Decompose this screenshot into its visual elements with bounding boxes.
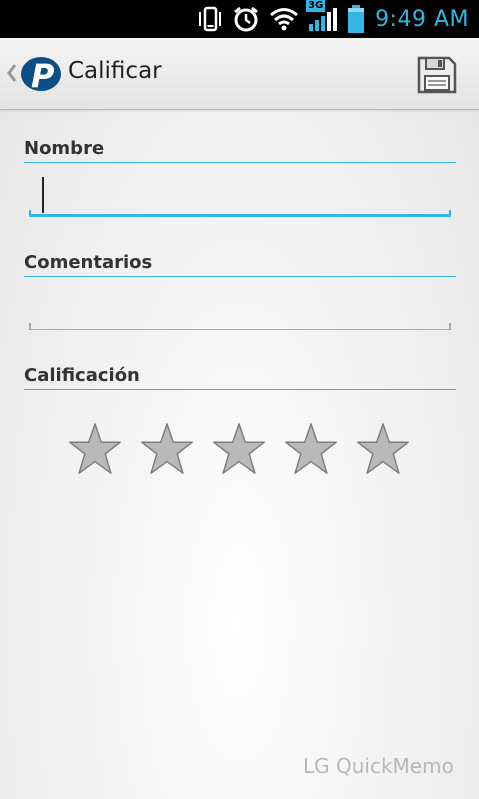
rating-star-3[interactable] <box>210 421 268 479</box>
comments-field-left-tick <box>29 323 31 330</box>
page-title: Calificar <box>68 58 162 84</box>
save-button[interactable] <box>414 52 460 98</box>
comments-input[interactable] <box>41 300 441 328</box>
rating-star-2[interactable] <box>138 421 196 479</box>
comments-label: Comentarios <box>24 252 153 273</box>
quickmemo-watermark: LG QuickMemo <box>303 754 454 778</box>
rating-label: Calificación <box>24 365 140 386</box>
name-label: Nombre <box>24 138 105 159</box>
comments-field-underline <box>29 329 451 330</box>
name-field-underline <box>29 214 451 217</box>
status-bar: 3G 9:49 AM <box>0 0 479 38</box>
comments-field-right-tick <box>449 323 451 330</box>
rating-star-5[interactable] <box>354 421 412 479</box>
app-logo-icon[interactable]: P <box>20 55 62 97</box>
battery-icon <box>347 4 365 34</box>
wifi-icon <box>269 7 299 31</box>
network-3g-signal-icon: 3G <box>306 0 338 32</box>
name-section-divider <box>24 162 456 163</box>
rating-star-4[interactable] <box>282 421 340 479</box>
name-field-left-tick <box>29 210 31 217</box>
3g-icon: 3G <box>306 0 326 12</box>
logo-letter: P <box>31 57 55 93</box>
rating-bar[interactable] <box>66 421 426 479</box>
vibrate-icon <box>197 6 223 32</box>
action-bar: P Calificar <box>0 38 479 110</box>
comments-section-divider <box>24 276 456 277</box>
up-caret-icon[interactable] <box>6 62 18 88</box>
rating-section-divider <box>24 389 456 390</box>
comments-field[interactable] <box>29 300 451 330</box>
name-field[interactable] <box>29 177 451 217</box>
floppy-disk-icon <box>417 56 457 94</box>
status-time: 9:49 AM <box>375 6 469 32</box>
name-field-right-tick <box>449 210 451 217</box>
name-input[interactable] <box>41 187 441 215</box>
rating-star-1[interactable] <box>66 421 124 479</box>
alarm-icon <box>232 5 260 33</box>
